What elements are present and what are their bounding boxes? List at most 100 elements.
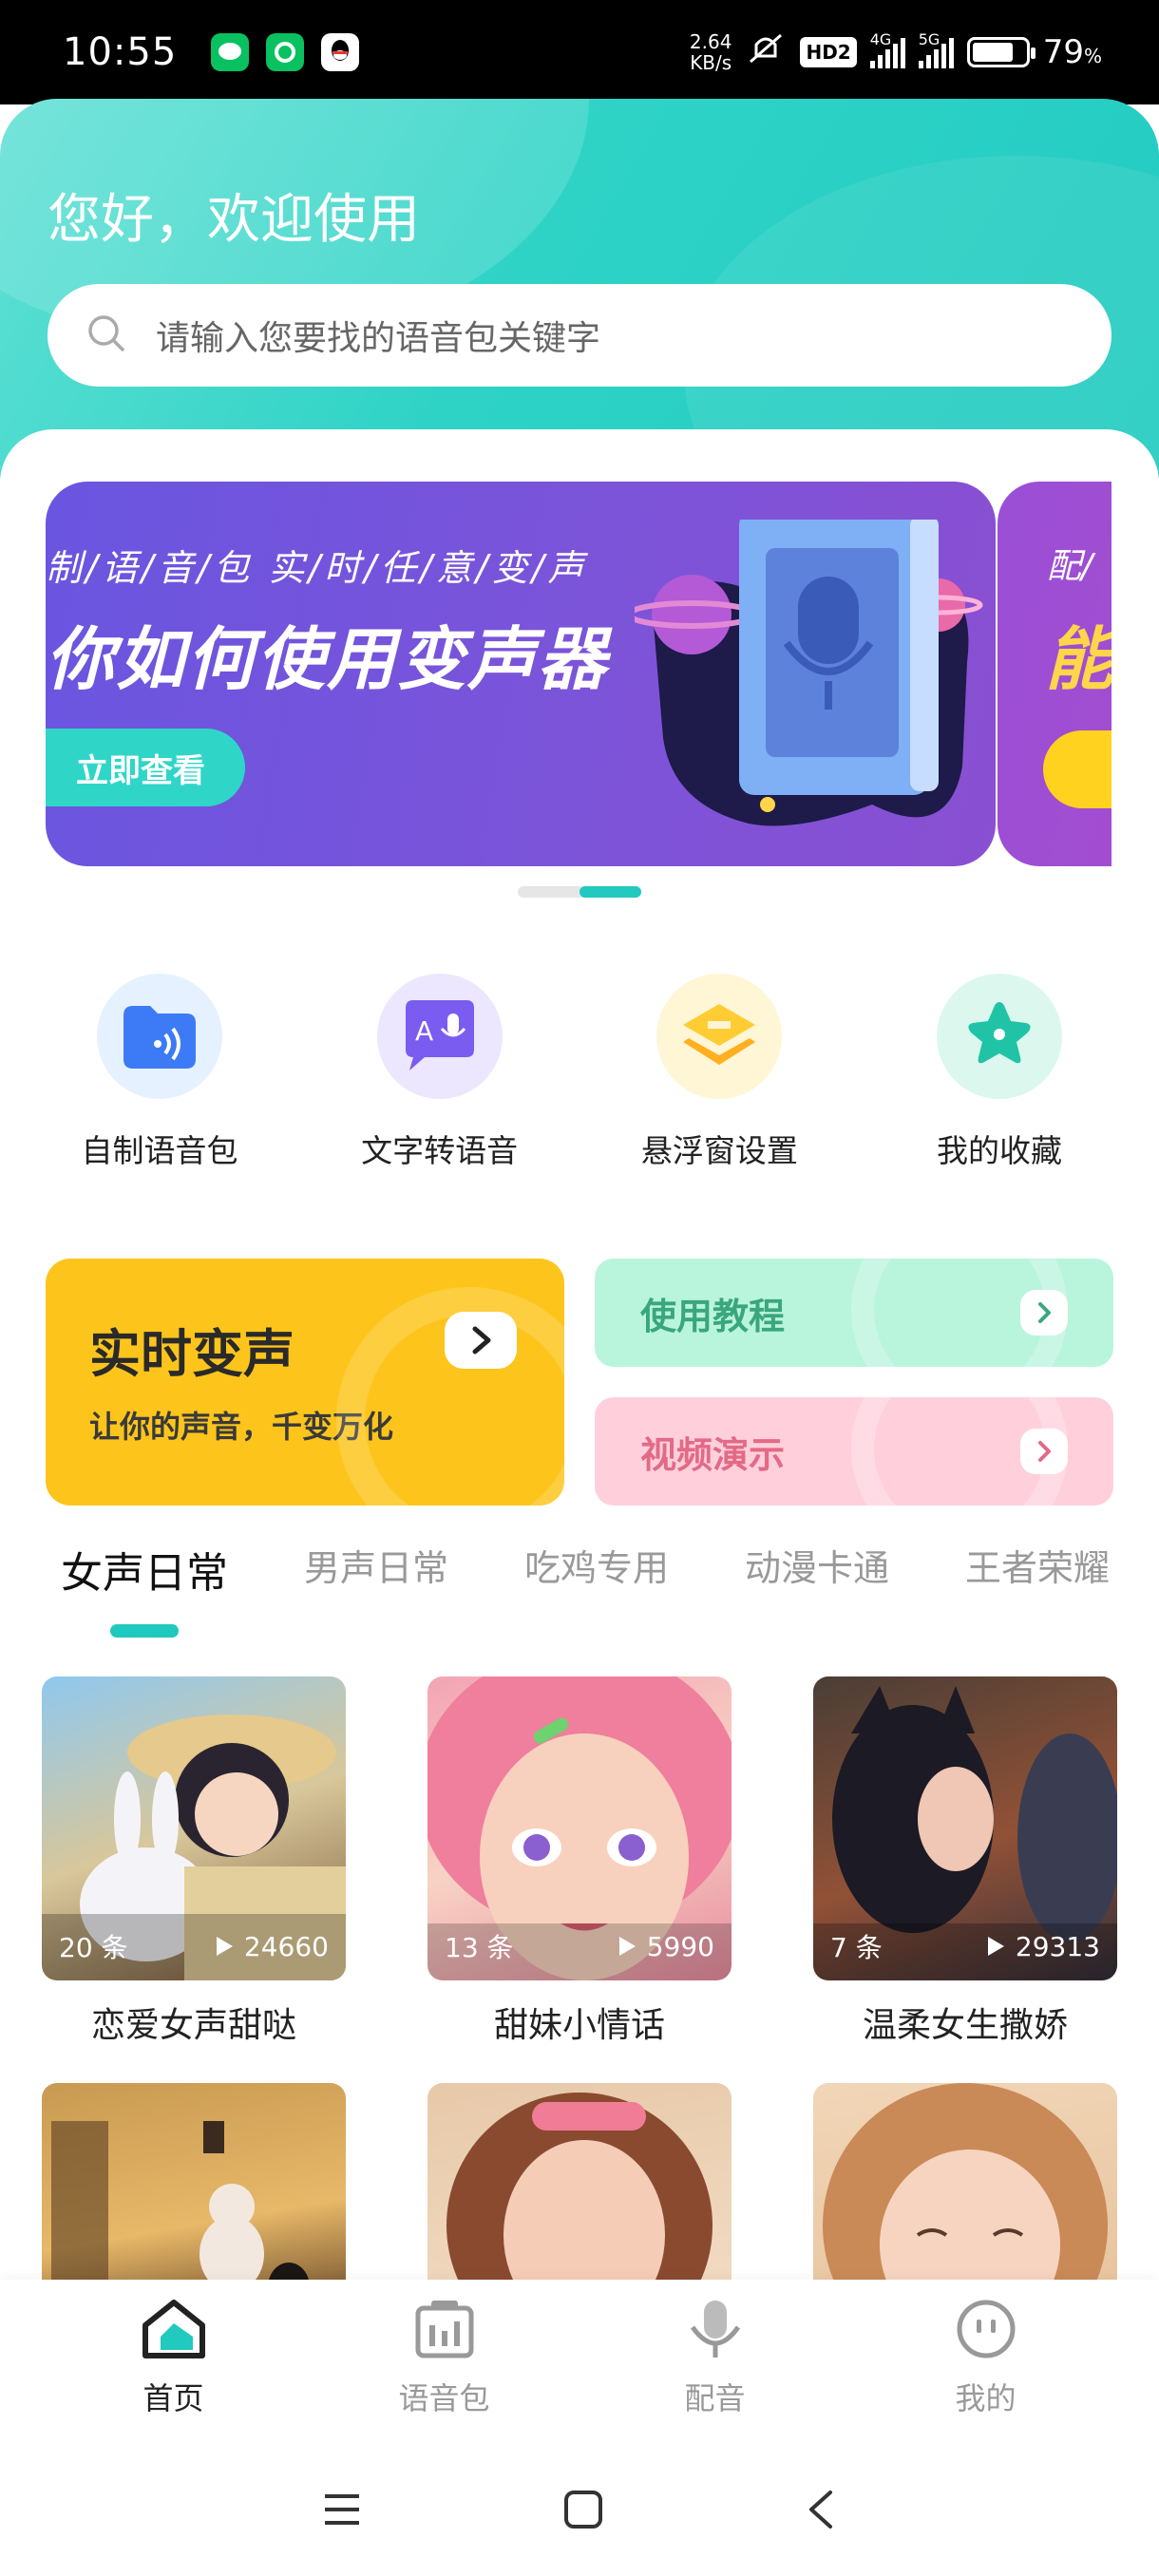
- card-thumbnail: 7 条 29313: [813, 1676, 1117, 1980]
- card-thumbnail: 20 条 24660: [42, 1676, 346, 1980]
- card-plays: 29313: [985, 1927, 1100, 1965]
- nav-label: 首页: [142, 2380, 204, 2416]
- tutorial-card[interactable]: 使用教程: [595, 1259, 1113, 1367]
- card-title: 甜妹小情话: [493, 2006, 665, 2045]
- qq-icon: [321, 33, 360, 71]
- back-icon[interactable]: [804, 2489, 838, 2534]
- profile-icon: [957, 2300, 1015, 2358]
- voice-pack-card[interactable]: [813, 2083, 1117, 2311]
- book-microphone-illustration: [635, 520, 983, 826]
- feature-favorites[interactable]: 我的收藏: [885, 974, 1113, 1171]
- feature-label: 悬浮窗设置: [640, 1132, 798, 1169]
- card-item-count: 7 条: [830, 1932, 883, 1963]
- carousel-dot-active: [580, 886, 641, 898]
- tab-honor-of-kings[interactable]: 王者荣耀: [965, 1539, 1110, 1638]
- tutorial-label: 使用教程: [640, 1295, 786, 1337]
- chevron-right-icon[interactable]: [1020, 1290, 1068, 1335]
- card-title: 温柔女生撒娇: [862, 2006, 1068, 2045]
- text-to-speech-icon: A: [376, 974, 503, 1099]
- chevron-right-icon[interactable]: [1020, 1429, 1068, 1474]
- nav-label: 语音包: [398, 2380, 490, 2416]
- chevron-right-icon[interactable]: [445, 1312, 517, 1369]
- signal-5g-label: 5G: [918, 30, 940, 48]
- card-meta: 13 条 5990: [445, 1927, 714, 1965]
- category-tabs: 女声日常 男声日常 吃鸡专用 动漫卡通 王者荣耀: [61, 1539, 1159, 1638]
- hd-badge: HD2: [800, 37, 857, 67]
- status-bar: 10:55 2.64 KB/s HD2 4G 5G 79%: [0, 0, 1159, 104]
- star-icon: [936, 974, 1062, 1099]
- search-icon: [86, 313, 127, 358]
- cats-room-image: [42, 2083, 346, 2311]
- status-app-icons: [211, 33, 360, 71]
- nav-mine[interactable]: 我的: [891, 2297, 1081, 2446]
- banner-cta-button[interactable]: 立即查看: [46, 729, 245, 806]
- feature-label: 自制语音包: [81, 1132, 238, 1169]
- nav-label: 我的: [955, 2380, 1016, 2416]
- wechat-icon: [211, 33, 250, 71]
- nav-voice-pack[interactable]: 语音包: [350, 2297, 540, 2446]
- bottom-nav: 首页 语音包 配音 我的: [0, 2280, 1159, 2446]
- blonde-girl-image: [813, 2083, 1117, 2311]
- feature-floating-window[interactable]: 悬浮窗设置: [605, 974, 833, 1171]
- tab-label: 男声日常: [304, 1547, 449, 1589]
- header: 您好，欢迎使用 请输入您要找的语音包关键字: [0, 99, 1159, 479]
- card-play-count: 5990: [646, 1930, 714, 1962]
- layers-icon: [656, 974, 783, 1099]
- feature-custom-voice-pack[interactable]: 自制语音包: [46, 974, 274, 1171]
- nav-label: 配音: [684, 2380, 746, 2416]
- status-time: 10:55: [63, 30, 178, 74]
- feature-text-to-speech[interactable]: A 文字转语音: [326, 974, 554, 1171]
- home-square-icon[interactable]: [562, 2489, 604, 2534]
- search-placeholder: 请输入您要找的语音包关键字: [156, 319, 601, 358]
- signal-4g-icon: 4G: [869, 30, 905, 68]
- card-play-count: 24660: [243, 1930, 329, 1962]
- app-icon: [266, 33, 305, 71]
- voice-pack-grid: 20 条 24660 恋爱女声甜哒 13 条 5990 甜妹小情话 7 条 29…: [42, 1676, 1117, 2311]
- card-item-count: 13 条: [445, 1932, 514, 1963]
- menu-icon[interactable]: [321, 2491, 363, 2532]
- tab-male-daily[interactable]: 男声日常: [304, 1539, 448, 1638]
- play-icon: [987, 1937, 1004, 1956]
- nav-home[interactable]: 首页: [79, 2297, 269, 2446]
- network-speed: 2.64 KB/s: [690, 31, 732, 73]
- tab-female-daily[interactable]: 女声日常: [61, 1539, 228, 1638]
- voice-pack-card[interactable]: 7 条 29313 温柔女生撒娇: [813, 1676, 1117, 2047]
- feature-label: 我的收藏: [936, 1132, 1062, 1169]
- feature-grid: 自制语音包 A 文字转语音 悬浮窗设置 我的收藏: [46, 974, 1113, 1171]
- next-slide-button[interactable]: [1043, 730, 1112, 808]
- card-meta: 20 条 24660: [59, 1927, 329, 1965]
- banner-slide[interactable]: 制/语/音/包 实/时/任/意/变/声 你如何使用变声器 立即查看: [46, 482, 996, 866]
- battery-percent: 79%: [1042, 33, 1102, 71]
- svg-text:A: A: [415, 1015, 433, 1047]
- signal-4g-label: 4G: [869, 30, 892, 48]
- microphone-icon: [690, 2301, 740, 2358]
- search-input[interactable]: 请输入您要找的语音包关键字: [48, 284, 1112, 387]
- tab-anime[interactable]: 动漫卡通: [745, 1539, 889, 1638]
- network-speed-value: 2.64: [689, 30, 732, 53]
- video-demo-label: 视频演示: [640, 1433, 786, 1476]
- next-slide-title: 能: [1045, 619, 1112, 699]
- voice-pack-card[interactable]: [428, 2083, 732, 2311]
- tab-pubg[interactable]: 吃鸡专用: [524, 1539, 669, 1638]
- voice-pack-card[interactable]: [42, 2083, 346, 2311]
- realtime-voice-change-card[interactable]: 实时变声 让你的声音，千变万化: [46, 1259, 564, 1506]
- nav-dubbing[interactable]: 配音: [620, 2297, 810, 2446]
- home-icon: [142, 2300, 205, 2358]
- tab-label: 女声日常: [61, 1549, 228, 1598]
- banner-subtitle: 制/语/音/包 实/时/任/意/变/声: [46, 547, 588, 589]
- card-row: 20 条 24660 恋爱女声甜哒 13 条 5990 甜妹小情话 7 条 29…: [42, 1676, 1117, 2047]
- realtime-description: 让你的声音，千变万化: [89, 1409, 394, 1445]
- mute-icon: [745, 29, 787, 75]
- card-play-count: 29313: [1015, 1930, 1100, 1962]
- next-slide-subtitle: 配/: [1047, 547, 1093, 586]
- video-demo-card[interactable]: 视频演示: [595, 1397, 1113, 1506]
- play-icon: [618, 1937, 636, 1956]
- voice-pack-card[interactable]: 20 条 24660 恋爱女声甜哒: [42, 1676, 346, 2047]
- banner-next-slide[interactable]: 配/ 能: [998, 482, 1112, 866]
- card-title: 恋爱女声甜哒: [90, 2006, 296, 2045]
- status-indicators: 2.64 KB/s HD2 4G 5G 79%: [690, 29, 1102, 75]
- greeting-text: 您好，欢迎使用: [48, 189, 420, 251]
- voice-pack-card[interactable]: 13 条 5990 甜妹小情话: [428, 1676, 732, 2047]
- tab-label: 动漫卡通: [745, 1547, 890, 1589]
- card-meta: 7 条 29313: [830, 1927, 1100, 1965]
